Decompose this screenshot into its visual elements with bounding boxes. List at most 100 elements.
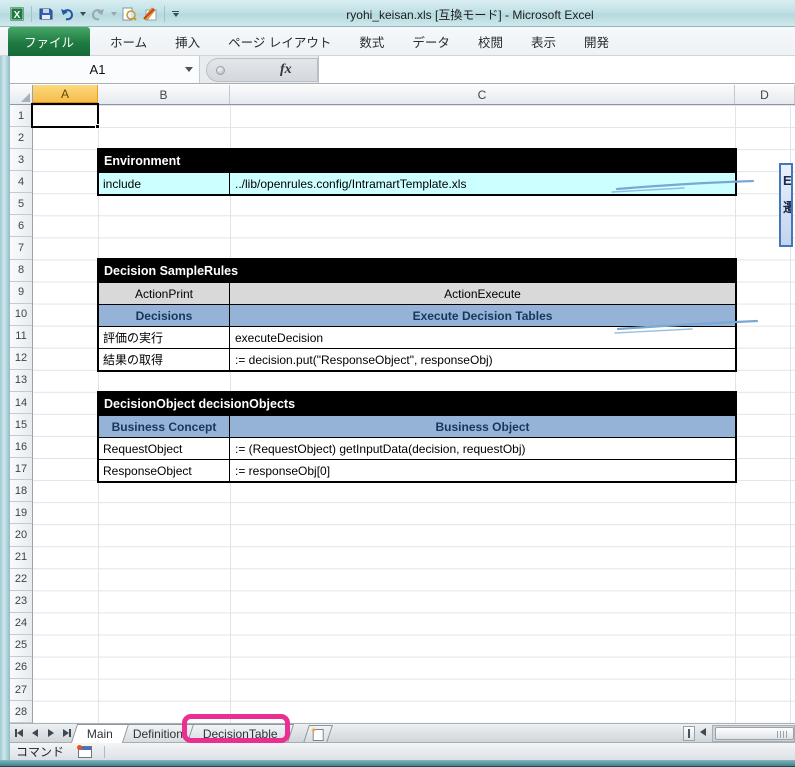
row-header-23[interactable]: 23 [10, 591, 32, 613]
scrollbar-thumb[interactable] [715, 727, 794, 740]
column-header-D[interactable]: D [735, 85, 795, 104]
table-row: Business ConceptBusiness Object [99, 415, 735, 437]
row-header-5[interactable]: 5 [10, 193, 32, 215]
row-header-2[interactable]: 2 [10, 127, 32, 149]
cell-c[interactable]: executeDecision [230, 327, 735, 348]
cell-c[interactable]: := (RequestObject) getInputData(decision… [230, 438, 735, 459]
ribbon-tab-校閲[interactable]: 校閲 [464, 27, 517, 56]
cell-b[interactable]: ResponseObject [99, 460, 230, 481]
ribbon-tab-ページ レイアウト[interactable]: ページ レイアウト [214, 27, 345, 56]
row-header-20[interactable]: 20 [10, 524, 32, 546]
row-header-19[interactable]: 19 [10, 502, 32, 524]
row-header-26[interactable]: 26 [10, 657, 32, 679]
cell-b[interactable]: Decisions [99, 305, 230, 326]
sheet-nav-buttons [12, 726, 74, 740]
redo-dropdown-icon[interactable] [111, 12, 117, 16]
row-header-18[interactable]: 18 [10, 480, 32, 502]
row-header-11[interactable]: 11 [10, 326, 32, 348]
insert-worksheet-tab[interactable] [303, 725, 333, 743]
row-header-25[interactable]: 25 [10, 635, 32, 657]
row-header-4[interactable]: 4 [10, 171, 32, 193]
sheet-tab-label: Main [87, 727, 113, 741]
column-header-C[interactable]: C [230, 85, 735, 104]
row-header-8[interactable]: 8 [10, 260, 32, 282]
cell-b[interactable]: Business Concept [99, 416, 230, 437]
row-header-28[interactable]: 28 [10, 701, 32, 723]
ribbon-tab-データ[interactable]: データ [398, 27, 464, 56]
scrollbar-grip-icon [777, 731, 787, 738]
row-header-21[interactable]: 21 [10, 547, 32, 569]
first-sheet-icon[interactable] [12, 726, 26, 740]
column-header-A[interactable]: A [33, 85, 98, 104]
row-header-6[interactable]: 6 [10, 215, 32, 237]
cell-c[interactable]: Business Object [230, 416, 735, 437]
customize-toolbar-icon[interactable] [170, 9, 181, 19]
formula-bar: A1 fx [10, 56, 795, 84]
save-icon[interactable] [37, 5, 55, 23]
row-header-1[interactable]: 1 [10, 105, 32, 127]
row-header-10[interactable]: 10 [10, 304, 32, 326]
macro-record-icon[interactable] [78, 746, 92, 758]
row-header-14[interactable]: 14 [10, 392, 32, 414]
cell-b[interactable]: 結果の取得 [99, 349, 230, 370]
sheet-tab-label: Definition [133, 727, 183, 741]
select-all-corner[interactable] [10, 85, 33, 105]
row-header-7[interactable]: 7 [10, 237, 32, 259]
row-header-13[interactable]: 13 [10, 370, 32, 392]
status-separator [104, 746, 105, 758]
excel-window: X ryohi_k [0, 0, 795, 767]
cell-b[interactable]: RequestObject [99, 438, 230, 459]
undo-dropdown-icon[interactable] [80, 12, 86, 16]
row-header-17[interactable]: 17 [10, 458, 32, 480]
cell-b[interactable]: include [99, 173, 230, 194]
scroll-left-icon[interactable] [700, 728, 706, 736]
cell-b[interactable]: 評価の実行 [99, 327, 230, 348]
row-header-22[interactable]: 22 [10, 569, 32, 591]
name-box[interactable]: A1 [10, 56, 200, 83]
prev-sheet-icon[interactable] [28, 726, 42, 740]
insert-function-area: fx [206, 58, 318, 82]
row-header-12[interactable]: 12 [10, 348, 32, 370]
cell-b[interactable]: ActionPrint [99, 283, 230, 304]
print-preview-icon[interactable] [120, 5, 138, 23]
horizontal-scrollbar[interactable] [712, 725, 795, 742]
next-sheet-icon[interactable] [44, 726, 58, 740]
table-row: ResponseObject:= responseObj[0] [99, 459, 735, 481]
row-header-27[interactable]: 27 [10, 679, 32, 701]
excel-logo-icon[interactable]: X [8, 5, 26, 23]
row-header-9[interactable]: 9 [10, 282, 32, 304]
ribbon-tab-挿入[interactable]: 挿入 [161, 27, 214, 56]
title-bar[interactable]: X ryohi_k [0, 0, 795, 27]
fx-button[interactable]: fx [280, 62, 292, 78]
redo-icon[interactable] [89, 5, 107, 23]
status-mode-label: コマンド [16, 743, 64, 760]
cell-c[interactable]: Execute Decision Tables [230, 305, 735, 326]
row-header-3[interactable]: 3 [10, 149, 32, 171]
cell-c[interactable]: ../lib/openrules.config/IntramartTemplat… [230, 173, 735, 194]
column-header-B[interactable]: B [98, 85, 230, 104]
table-row: DecisionsExecute Decision Tables [99, 304, 735, 326]
formula-input[interactable] [318, 56, 795, 83]
ribbon-tab-ホーム[interactable]: ホーム [96, 27, 161, 56]
row-header-16[interactable]: 16 [10, 436, 32, 458]
sheet-tab-DecisionTable[interactable]: DecisionTable [187, 724, 294, 743]
tab-split-handle[interactable] [683, 726, 695, 741]
cell-c[interactable]: := decision.put("ResponseObject", respon… [230, 349, 735, 370]
undo-icon[interactable] [58, 5, 76, 23]
cell-c[interactable]: ActionExecute [230, 283, 735, 304]
sheet-tab-Main[interactable]: Main [71, 724, 129, 743]
fill-handle[interactable] [95, 124, 100, 129]
row-header-15[interactable]: 15 [10, 414, 32, 436]
ribbon-tab-開発[interactable]: 開発 [570, 27, 623, 56]
note-fragment: 遷 [783, 197, 793, 219]
cell-c[interactable]: := responseObj[0] [230, 460, 735, 481]
ribbon-tab-数式[interactable]: 数式 [345, 27, 398, 56]
ribbon-tab-ファイル[interactable]: ファイル [8, 27, 90, 56]
ribbon-tab-表示[interactable]: 表示 [517, 27, 570, 56]
clipped-note-box: E遷 [779, 163, 793, 247]
status-bar: コマンド [10, 742, 795, 760]
sheet-tab-bar: Main Definition DecisionTable [10, 723, 795, 742]
design-mode-icon[interactable] [141, 5, 159, 23]
name-box-dropdown-icon[interactable] [185, 67, 193, 72]
row-header-24[interactable]: 24 [10, 613, 32, 635]
